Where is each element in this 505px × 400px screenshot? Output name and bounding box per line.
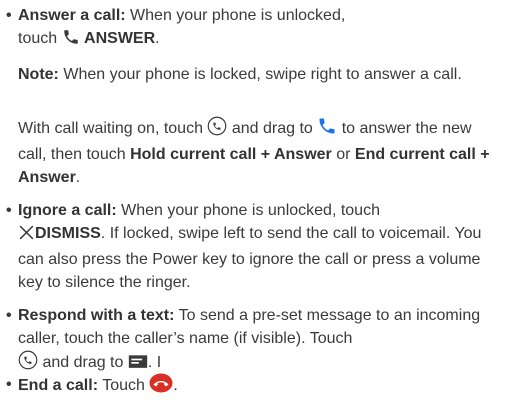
ignore-call-desc: When your phone is unlocked, touch (116, 202, 380, 219)
answer-touch-text: touch (18, 30, 62, 47)
phone-icon (62, 28, 80, 53)
end-call-item: • End a call: Touch . (0, 373, 500, 400)
note-title: Note: (18, 66, 59, 83)
end-call-text: End a call: Touch . (18, 373, 500, 400)
call-waiting-text-a: With call waiting on, touch (18, 120, 208, 137)
period: . (75, 169, 81, 186)
note-text: When your phone is locked, swipe right t… (58, 66, 462, 83)
answer-call-desc: When your phone is unlocked, (125, 7, 346, 24)
phone-blue-icon (317, 116, 337, 143)
end-call-desc: Touch (98, 377, 150, 394)
answer-call-title: Answer a call: (18, 7, 126, 24)
call-waiting-or: or (331, 146, 355, 163)
end-call-title: End a call: (18, 377, 99, 394)
answer-call-item: • Answer a call: When your phone is unlo… (0, 4, 500, 53)
answer-call-text: Answer a call: When your phone is unlock… (18, 4, 500, 53)
period: . (173, 377, 178, 394)
call-waiting-paragraph: With call waiting on, touch and drag to … (18, 116, 504, 189)
answer-button-label: ANSWER (84, 30, 156, 47)
manual-page: • Answer a call: When your phone is unlo… (0, 0, 505, 399)
respond-text-desc-2: and drag to (38, 354, 128, 371)
call-waiting-text-b: and drag to (227, 120, 318, 137)
bullet: • (6, 307, 12, 324)
note-paragraph: Note: When your phone is locked, swipe r… (18, 63, 504, 86)
ignore-call-title: Ignore a call: (18, 202, 117, 219)
hold-current-call-label: Hold current call + Answer (130, 146, 332, 163)
respond-text-text: Respond with a text: To send a pre-set m… (18, 304, 500, 377)
respond-text-desc-3: . I (147, 354, 162, 371)
respond-text-title: Respond with a text: (18, 307, 175, 324)
call-circle-icon (207, 116, 227, 143)
close-x-icon (18, 224, 35, 248)
end-call-icon (149, 373, 173, 400)
ignore-call-text: Ignore a call: When your phone is unlock… (18, 199, 500, 294)
ignore-call-item: • Ignore a call: When your phone is unlo… (0, 199, 500, 294)
dismiss-button-label: DISMISS (35, 225, 101, 242)
respond-text-item: • Respond with a text: To send a pre-set… (0, 304, 500, 377)
bullet: • (6, 7, 12, 24)
bullet: • (6, 202, 12, 219)
period: . (155, 30, 160, 47)
bullet: • (6, 376, 12, 393)
